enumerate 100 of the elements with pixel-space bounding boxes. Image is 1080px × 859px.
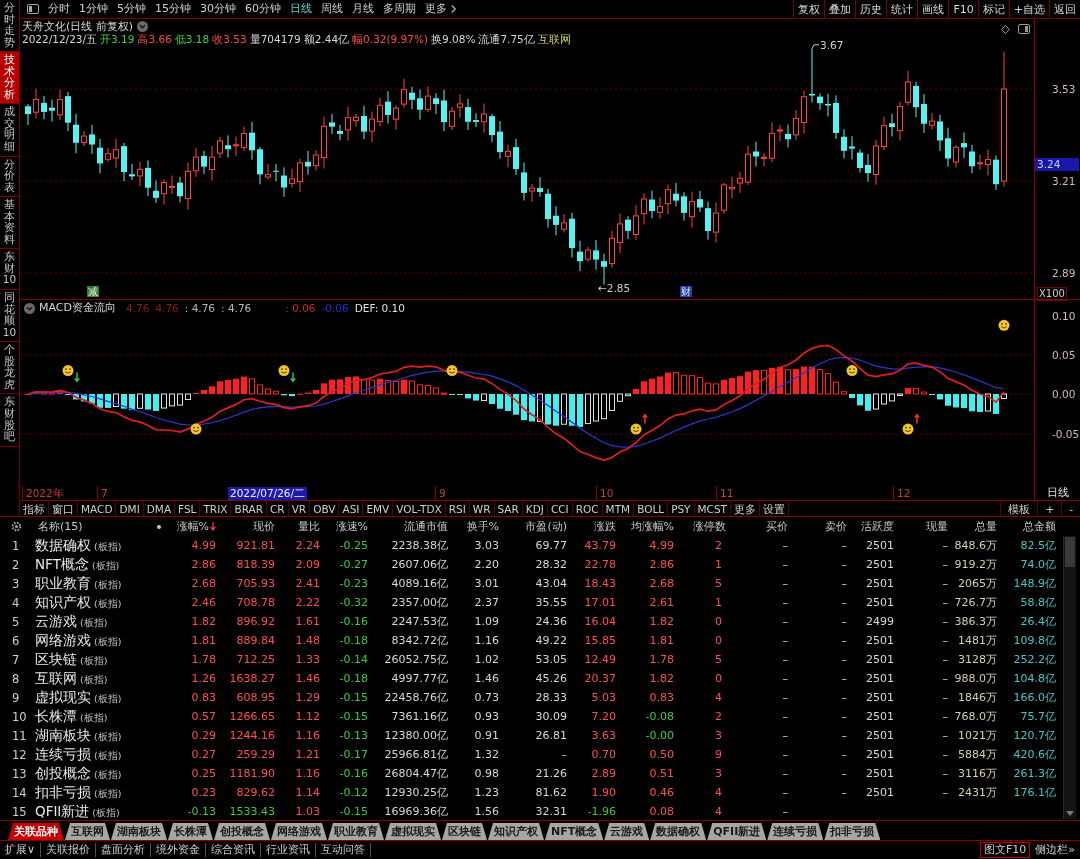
- status-button[interactable]: 侧边栏»: [1032, 842, 1078, 857]
- indicator-tab[interactable]: DMA: [143, 501, 176, 516]
- indicator-tab[interactable]: BOLL: [634, 501, 669, 516]
- related-tab[interactable]: 区块链: [442, 823, 487, 840]
- template-button[interactable]: 模板: [1000, 501, 1038, 516]
- column-header[interactable]: 涨幅%: [165, 519, 216, 534]
- period-tab[interactable]: 周线: [321, 2, 343, 16]
- indicator-tab[interactable]: ASI: [339, 501, 364, 516]
- column-header[interactable]: 买价: [726, 519, 788, 534]
- sector-name[interactable]: 创投概念: [35, 765, 91, 781]
- column-header[interactable]: 均涨幅%: [616, 519, 674, 534]
- indicator-tab[interactable]: CCI: [547, 501, 573, 516]
- indicator-tab[interactable]: 更多: [731, 501, 761, 516]
- status-tab[interactable]: 扩展∨: [0, 842, 42, 857]
- period-tab[interactable]: 5分钟: [117, 2, 146, 16]
- status-tab[interactable]: 行业资讯: [261, 842, 317, 857]
- status-tab[interactable]: 关联报价: [41, 842, 97, 857]
- sidebar-tab[interactable]: 技术分析: [0, 52, 19, 105]
- event-marker[interactable]: 减: [87, 286, 99, 297]
- related-tab[interactable]: 职业教育: [328, 823, 384, 840]
- indicator-tab[interactable]: 设置: [760, 501, 790, 516]
- related-tab[interactable]: 数据确权: [650, 823, 707, 840]
- sector-name[interactable]: 职业教育: [35, 575, 91, 591]
- sector-name[interactable]: 网络游戏: [35, 632, 91, 648]
- sector-name[interactable]: 扣非亏损: [35, 784, 91, 800]
- indicator-tab[interactable]: 指标: [20, 501, 49, 516]
- column-header[interactable]: 总金额: [997, 519, 1056, 534]
- indicator-tab[interactable]: EMV: [363, 501, 394, 516]
- toolbar-button[interactable]: 画线: [917, 0, 949, 18]
- template-button[interactable]: -: [1061, 501, 1080, 516]
- toolbar-button[interactable]: 历史: [855, 0, 887, 18]
- sector-name[interactable]: 虚拟现实: [35, 689, 91, 705]
- indicator-tab[interactable]: MACD: [78, 501, 117, 516]
- related-tab[interactable]: 长株潭: [168, 823, 213, 840]
- sidebar-tab[interactable]: 基本资料: [0, 197, 19, 250]
- period-tab[interactable]: 月线: [352, 2, 374, 16]
- column-header[interactable]: 现量: [894, 519, 948, 534]
- indicator-tab[interactable]: DMI: [116, 501, 144, 516]
- period-tab[interactable]: 15分钟: [155, 2, 191, 16]
- sidebar-tab[interactable]: 成交明细: [0, 104, 19, 157]
- indicator-tab[interactable]: MTM: [602, 501, 635, 516]
- sidebar-tab[interactable]: 东财10: [0, 249, 19, 291]
- related-tab[interactable]: 虚拟现实: [385, 823, 441, 840]
- sector-name[interactable]: QFII新进: [35, 803, 90, 819]
- period-tab[interactable]: 30分钟: [200, 2, 236, 16]
- sector-name[interactable]: 长株潭: [35, 708, 77, 724]
- sector-name[interactable]: 湖南板块: [35, 727, 91, 743]
- status-button[interactable]: 图文F10: [979, 841, 1031, 858]
- sector-name[interactable]: 连续亏损: [35, 746, 91, 762]
- related-tab[interactable]: NFT概念: [545, 823, 604, 840]
- column-header[interactable]: 活跃度: [847, 519, 894, 534]
- column-header[interactable]: 涨跌: [567, 519, 616, 534]
- period-button[interactable]: 日线: [1034, 486, 1080, 500]
- column-header[interactable]: 卖价: [788, 519, 847, 534]
- indicator-tab[interactable]: VR: [288, 501, 311, 516]
- related-tab[interactable]: 创投概念: [214, 823, 270, 840]
- toolbar-button[interactable]: 返回: [1049, 0, 1080, 18]
- dropdown-icon[interactable]: [137, 21, 149, 32]
- dropdown-icon[interactable]: [24, 302, 35, 314]
- column-header[interactable]: 总量: [948, 519, 997, 534]
- related-tab[interactable]: 知识产权: [488, 823, 544, 840]
- toolbar-button[interactable]: 统计: [886, 0, 918, 18]
- status-tab[interactable]: 盘面分析: [96, 842, 152, 857]
- column-header[interactable]: 流通市值: [368, 519, 448, 534]
- column-header[interactable]: 涨速%: [320, 519, 368, 534]
- column-header[interactable]: 市盈(动): [499, 519, 567, 534]
- related-tab[interactable]: 网络游戏: [271, 823, 327, 840]
- related-tab[interactable]: 互联网: [65, 823, 110, 840]
- indicator-tab[interactable]: CR: [267, 501, 289, 516]
- panel-icon[interactable]: [27, 4, 39, 14]
- indicator-tab[interactable]: BRAR: [231, 501, 267, 516]
- related-tab[interactable]: 扣非亏损: [824, 823, 881, 840]
- period-tab[interactable]: 分时: [48, 2, 70, 16]
- indicator-tab[interactable]: WR: [469, 501, 495, 516]
- period-tab[interactable]: 多周期: [383, 2, 416, 16]
- indicator-tab[interactable]: 窗口: [49, 501, 78, 516]
- sector-name[interactable]: 区块链: [35, 651, 77, 667]
- sector-name[interactable]: NFT概念: [35, 556, 89, 572]
- settings-icon[interactable]: [11, 521, 22, 532]
- sector-name[interactable]: 知识产权: [35, 594, 91, 610]
- indicator-tab[interactable]: SAR: [494, 501, 523, 516]
- column-header[interactable]: 名称(15): [30, 519, 165, 534]
- chevron-right-icon[interactable]: [451, 5, 456, 13]
- related-tab[interactable]: 关联品种: [8, 823, 64, 840]
- sidebar-tab[interactable]: 东财股吧: [0, 394, 19, 447]
- diamond-icon[interactable]: [1001, 24, 1010, 34]
- toolbar-button[interactable]: 复权: [793, 0, 825, 18]
- status-tab[interactable]: 互动问答: [316, 842, 372, 857]
- sidebar-tab[interactable]: 同花顺10: [0, 290, 19, 343]
- indicator-tab[interactable]: VOL-TDX: [393, 501, 446, 516]
- panel-icon[interactable]: [1018, 24, 1030, 34]
- indicator-tab[interactable]: OBV: [310, 501, 340, 516]
- toolbar-button[interactable]: +自选: [1008, 0, 1049, 18]
- related-tab[interactable]: 湖南板块: [111, 823, 167, 840]
- related-tab[interactable]: QFII新进: [707, 823, 767, 840]
- indicator-tab[interactable]: FSL: [175, 501, 201, 516]
- down-arrow-icon[interactable]: [1066, 811, 1074, 816]
- sector-name[interactable]: 云游戏: [35, 613, 77, 629]
- period-tab[interactable]: 1分钟: [79, 2, 108, 16]
- column-header[interactable]: 换手%: [448, 519, 499, 534]
